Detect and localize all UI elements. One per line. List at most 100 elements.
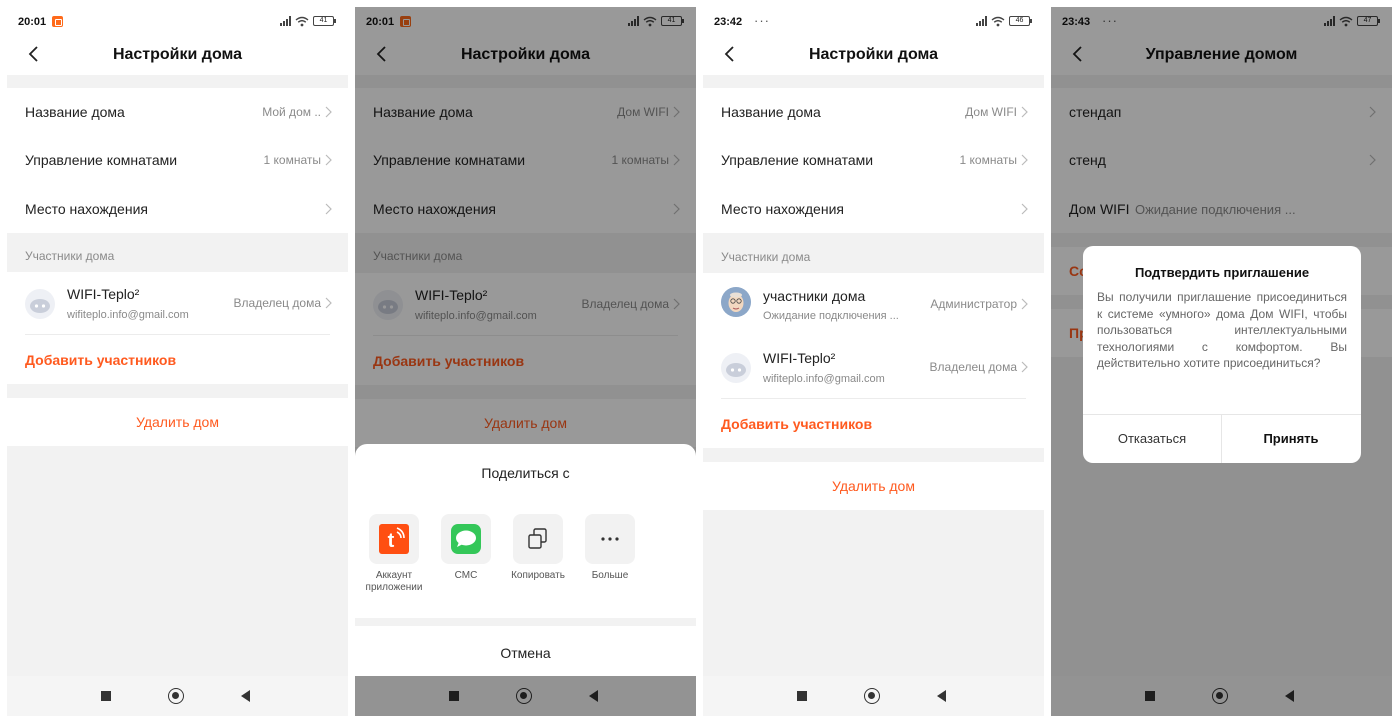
add-members-link[interactable]: Добавить участников [25, 352, 176, 368]
member-email: wifiteplo.info@gmail.com [67, 309, 189, 321]
sms-icon [451, 524, 481, 554]
member-status: Ожидание подключения ... [763, 310, 899, 322]
row-label: Место нахождения [721, 201, 844, 217]
member-name: WIFI-Teplo² [763, 350, 836, 366]
share-option-label: Больше [591, 570, 629, 581]
row-location[interactable]: Место нахождения [703, 185, 1044, 233]
share-option-label: Копировать [511, 570, 565, 581]
status-icons: 41 [280, 15, 336, 27]
row-location[interactable]: Место нахождения [7, 185, 348, 233]
row-home-name[interactable]: Название дома Мой дом .. [7, 88, 348, 136]
delete-card: Удалить дом [703, 462, 1044, 510]
dialog-title: Подтвердить приглашение [1134, 265, 1310, 280]
notification-icon [52, 16, 63, 27]
members-section-header: Участники дома [25, 249, 115, 263]
screen-share-sheet: 20:01 41 Настройки дома Название дома До… [355, 7, 696, 716]
member-name: участники дома [763, 288, 866, 304]
status-bar: 20:01 41 [7, 7, 348, 35]
status-bar: 23:42 ··· 46 [703, 7, 1044, 35]
page-title: Настройки дома [808, 46, 939, 63]
page-title: Настройки дома [112, 46, 243, 63]
share-tile [513, 514, 563, 564]
home-icon[interactable] [168, 688, 184, 704]
back-nav-icon[interactable] [241, 690, 250, 702]
chevron-right-icon [1021, 106, 1028, 118]
svg-text:t: t [388, 530, 395, 552]
more-icon [601, 537, 619, 541]
screen-home-management: 23:43 ··· 47 Управление домом стендап ст… [1051, 7, 1392, 716]
share-tile: t [369, 514, 419, 564]
delete-home-button[interactable]: Удалить дом [7, 414, 348, 430]
row-value: 1 комнаты [263, 153, 321, 167]
add-members-link[interactable]: Добавить участников [721, 416, 872, 432]
delete-home-button[interactable]: Удалить дом [703, 478, 1044, 494]
decline-button[interactable]: Отказаться [1083, 414, 1221, 463]
battery-icon: 41 [313, 16, 336, 26]
back-nav-icon[interactable] [937, 690, 946, 702]
chevron-right-icon [325, 106, 332, 118]
system-nav-bar [703, 676, 1044, 716]
dialog-message: Вы получили приглашение присоединиться к… [1097, 290, 1347, 370]
share-sheet-title: Поделиться с [481, 465, 570, 481]
member-row[interactable]: WIFI-Teplo² wifiteplo.info@gmail.com Вла… [7, 272, 348, 334]
recents-icon[interactable] [101, 691, 111, 701]
member-row[interactable]: участники дома Ожидание подключения ... … [703, 273, 1044, 335]
screen-home-settings: 20:01 41 Настройки дома Название дома Мо… [7, 7, 348, 716]
member-row[interactable]: WIFI-Teplo² wifiteplo.info@gmail.com Вла… [703, 336, 1044, 398]
divider [25, 334, 330, 335]
row-label: Управление комнатами [25, 152, 178, 168]
row-value: 1 комнаты [959, 153, 1017, 167]
battery-icon: 46 [1009, 16, 1032, 26]
screen-home-settings-pending: 23:42 ··· 46 Настройки дома Название дом… [703, 7, 1044, 716]
share-option-copy[interactable]: Копировать [503, 514, 573, 582]
system-nav-bar [7, 676, 348, 716]
signal-icon [976, 16, 987, 26]
row-value: Мой дом .. [262, 105, 321, 119]
title-bar: Настройки дома [703, 35, 1044, 75]
status-time: 20:01 [18, 16, 47, 28]
chevron-right-icon [1021, 361, 1028, 373]
avatar [721, 353, 751, 383]
wifi-icon [991, 16, 1005, 26]
member-role: Владелец дома [233, 296, 321, 310]
members-card: WIFI-Teplo² wifiteplo.info@gmail.com Вла… [7, 272, 348, 384]
share-option-app-account[interactable]: t Аккаунт приложении [359, 514, 429, 594]
home-info-card: Название дома Мой дом .. Управление комн… [7, 88, 348, 233]
cancel-button[interactable]: Отмена [355, 645, 696, 661]
row-rooms[interactable]: Управление комнатами 1 комнаты [7, 136, 348, 184]
share-option-label: Аккаунт приложении [365, 570, 423, 593]
status-icons: 46 [976, 15, 1032, 27]
accept-button[interactable]: Принять [1222, 414, 1360, 463]
avatar [25, 289, 55, 319]
home-icon[interactable] [864, 688, 880, 704]
chevron-right-icon [325, 154, 332, 166]
signal-icon [280, 16, 291, 26]
chevron-right-icon [325, 203, 332, 215]
member-role: Администратор [930, 297, 1017, 311]
chevron-right-icon [1021, 203, 1028, 215]
row-label: Место нахождения [25, 201, 148, 217]
tuya-app-icon: t [379, 524, 409, 554]
row-rooms[interactable]: Управление комнатами 1 комнаты [703, 136, 1044, 184]
default-avatar-icon [30, 299, 50, 313]
share-option-sms[interactable]: СМС [431, 514, 501, 582]
avatar [721, 287, 751, 317]
member-email: wifiteplo.info@gmail.com [763, 373, 885, 385]
share-tile [441, 514, 491, 564]
status-time: 23:42 [714, 16, 743, 28]
share-option-label: СМС [454, 570, 478, 581]
delete-card: Удалить дом [7, 398, 348, 446]
more-notifications-icon: ··· [754, 13, 770, 28]
row-home-name[interactable]: Название дома Дом WIFI [703, 88, 1044, 136]
share-tile [585, 514, 635, 564]
share-sheet: Поделиться с t Аккаунт приложении СМС Ко… [355, 444, 696, 676]
sheet-divider [355, 618, 696, 626]
member-name: WIFI-Teplo² [67, 286, 140, 302]
members-card: участники дома Ожидание подключения ... … [703, 273, 1044, 448]
user-photo-avatar-icon [721, 287, 751, 317]
divider [721, 398, 1026, 399]
copy-icon [528, 528, 547, 549]
invitation-dialog: Подтвердить приглашение Вы получили приг… [1083, 246, 1361, 463]
share-option-more[interactable]: Больше [575, 514, 645, 582]
recents-icon[interactable] [797, 691, 807, 701]
